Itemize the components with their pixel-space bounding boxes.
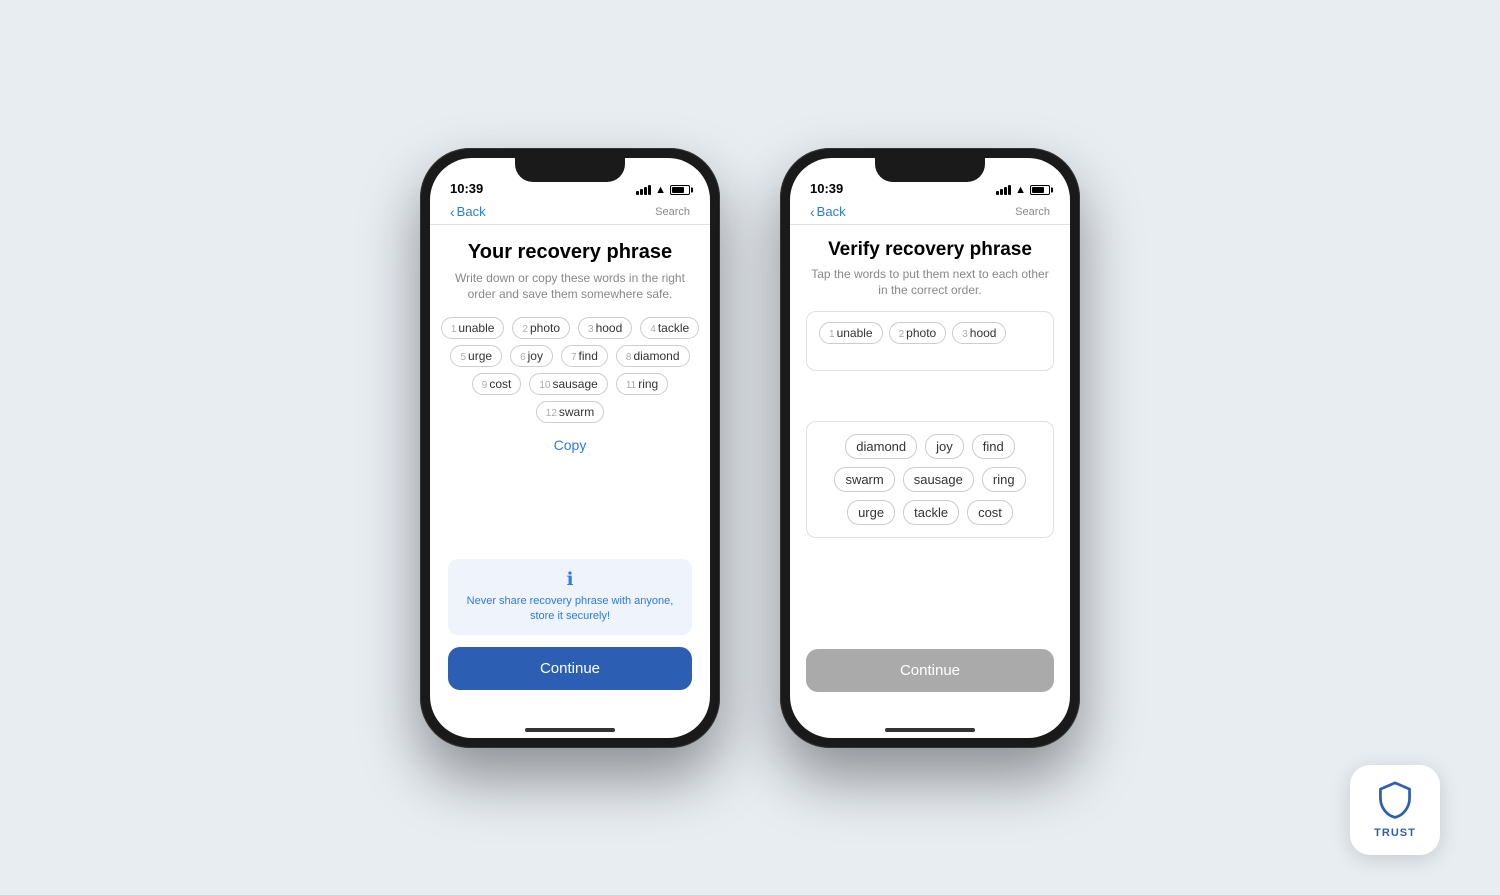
trust-badge: TRUST (1350, 765, 1440, 855)
phrase-word-1: 1unable (441, 317, 505, 339)
bank-word-urge[interactable]: urge (847, 500, 895, 525)
continue-button-1[interactable]: Continue (448, 647, 692, 690)
warning-icon: ℹ (567, 569, 574, 590)
signal-icon (636, 185, 651, 195)
bank-word-ring[interactable]: ring (982, 467, 1026, 492)
recovery-phrase-screen: Your recovery phrase Write down or copy … (430, 225, 710, 710)
recovery-title: Your recovery phrase (448, 241, 692, 264)
spacer (448, 463, 692, 559)
home-bar-2 (885, 728, 975, 732)
phone-1-screen: 10:39 ▲ ‹ Ba (430, 158, 710, 738)
phone-2: 10:39 ▲ ‹ Ba (780, 148, 1080, 748)
wifi-icon-2: ▲ (1015, 184, 1026, 196)
phrase-row-4: 12swarm (536, 401, 604, 423)
spacer-2 (806, 381, 1054, 421)
phrase-grid: 1unable 2photo 3hood 4tackle 5urge 6joy … (448, 317, 692, 423)
search-label-2: Search (1015, 206, 1050, 218)
bank-word-find[interactable]: find (972, 434, 1015, 459)
status-icons-1: ▲ (636, 184, 690, 196)
chevron-left-icon: ‹ (450, 204, 455, 220)
phone-2-screen: 10:39 ▲ ‹ Ba (790, 158, 1070, 738)
placed-word-2: 2photo (889, 322, 947, 344)
screen1-content: Your recovery phrase Write down or copy … (430, 225, 710, 710)
home-indicator-2 (790, 710, 1070, 738)
bank-word-cost[interactable]: cost (967, 500, 1013, 525)
continue-button-2: Continue (806, 649, 1054, 692)
bank-word-sausage[interactable]: sausage (903, 467, 974, 492)
nav-search-bar-1: ‹ Back Search (430, 202, 710, 225)
phrase-word-10: 10sausage (529, 373, 608, 395)
placed-word-1: 1unable (819, 322, 883, 344)
phrase-word-5: 5urge (450, 345, 502, 367)
search-label-1: Search (655, 206, 690, 218)
phrase-word-12: 12swarm (536, 401, 604, 423)
signal-icon-2 (996, 185, 1011, 195)
chevron-left-icon-2: ‹ (810, 204, 815, 220)
copy-button[interactable]: Copy (448, 437, 692, 453)
trust-shield-icon (1375, 781, 1415, 821)
recovery-subtitle: Write down or copy these words in the ri… (448, 270, 692, 304)
home-bar-1 (525, 728, 615, 732)
home-indicator-1 (430, 710, 710, 738)
back-label-1: Back (457, 204, 486, 219)
status-time-2: 10:39 (810, 181, 843, 196)
phrase-row-2: 5urge 6joy 7find 8diamond (450, 345, 689, 367)
phrase-word-11: 11ring (616, 373, 668, 395)
phrase-word-4: 4tackle (640, 317, 699, 339)
phrase-row-1: 1unable 2photo 3hood 4tackle (441, 317, 699, 339)
placed-word-3: 3hood (952, 322, 1006, 344)
phrase-word-2: 2photo (512, 317, 570, 339)
trust-label: TRUST (1374, 827, 1416, 839)
notch-1 (515, 158, 625, 182)
phrase-word-3: 3hood (578, 317, 632, 339)
warning-box: ℹ Never share recovery phrase with anyon… (448, 559, 692, 635)
nav-search-bar-2: ‹ Back Search (790, 202, 1070, 225)
wifi-icon: ▲ (655, 184, 666, 196)
phone-1: 10:39 ▲ ‹ Ba (420, 148, 720, 748)
back-label-2: Back (817, 204, 846, 219)
back-button-1[interactable]: ‹ Back (450, 204, 486, 220)
bank-word-tackle[interactable]: tackle (903, 500, 959, 525)
phrase-word-7: 7find (561, 345, 608, 367)
notch-2 (875, 158, 985, 182)
verify-subtitle: Tap the words to put them next to each o… (806, 266, 1054, 300)
answer-area[interactable]: 1unable 2photo 3hood (806, 311, 1054, 371)
status-icons-2: ▲ (996, 184, 1050, 196)
warning-text: Never share recovery phrase with anyone,… (462, 594, 678, 625)
spacer-3 (806, 548, 1054, 648)
phrase-word-9: 9cost (472, 373, 522, 395)
battery-icon (670, 185, 690, 195)
battery-icon-2 (1030, 185, 1050, 195)
bank-word-diamond[interactable]: diamond (845, 434, 917, 459)
back-button-2[interactable]: ‹ Back (810, 204, 846, 220)
phrase-word-6: 6joy (510, 345, 553, 367)
verify-phrase-screen: Verify recovery phrase Tap the words to … (790, 225, 1070, 710)
screen2-content: Verify recovery phrase Tap the words to … (790, 225, 1070, 710)
bank-word-swarm[interactable]: swarm (834, 467, 894, 492)
bank-word-joy[interactable]: joy (925, 434, 964, 459)
phrase-word-8: 8diamond (616, 345, 690, 367)
status-time-1: 10:39 (450, 181, 483, 196)
word-bank: diamond joy find swarm sausage ring urge… (806, 421, 1054, 538)
verify-title: Verify recovery phrase (806, 239, 1054, 261)
phrase-row-3: 9cost 10sausage 11ring (472, 373, 668, 395)
